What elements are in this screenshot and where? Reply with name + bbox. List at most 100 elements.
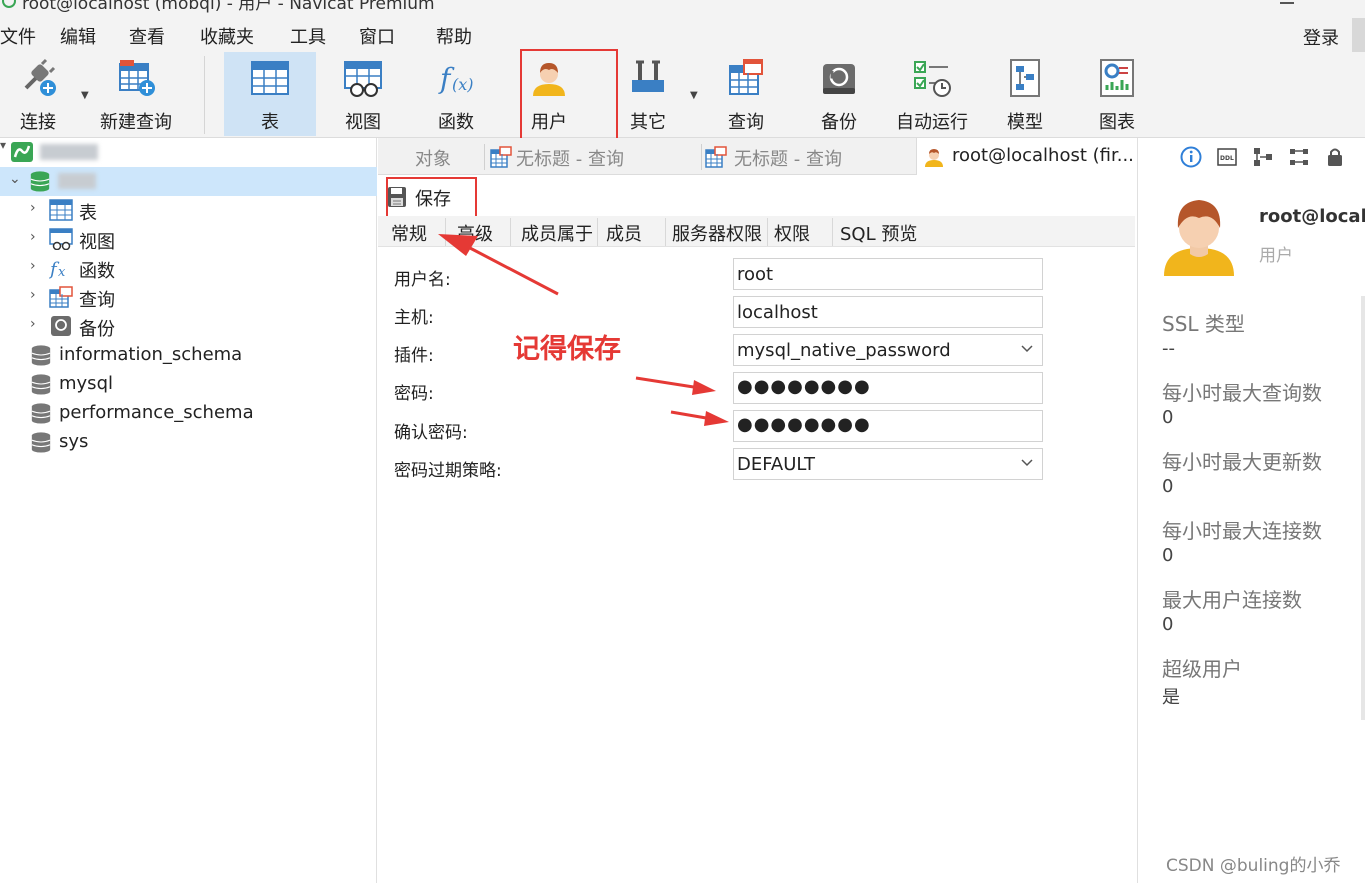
subtab-divider	[767, 218, 768, 246]
database-icon	[31, 403, 51, 424]
expand-chevron-icon[interactable]: ›	[30, 287, 36, 303]
menu-edit[interactable]: 编辑	[60, 23, 96, 49]
view-icon	[49, 228, 73, 250]
tab-query-untitled-1[interactable]: 无标题 - 查询	[485, 138, 701, 175]
username-input[interactable]: root	[733, 258, 1043, 290]
info-panel: DDL root@local. 用户 SSL 类型 -- 每小时最大查询数 0 …	[1137, 138, 1365, 883]
model-button[interactable]: 模型	[992, 52, 1058, 136]
menu-tools[interactable]: 工具	[290, 23, 326, 49]
login-link[interactable]: 登录	[1303, 24, 1339, 50]
app-logo-icon	[2, 0, 16, 8]
lock-icon[interactable]	[1324, 146, 1346, 168]
password-expire-value: DEFAULT	[737, 454, 815, 475]
menu-window[interactable]: 窗口	[359, 23, 395, 49]
plugin-value: mysql_native_password	[737, 340, 951, 361]
subtab-general[interactable]: 常规	[391, 220, 427, 246]
query-button[interactable]: 查询	[710, 52, 782, 136]
save-highlight-box	[386, 177, 477, 221]
tree-item-label: 查询	[79, 290, 115, 311]
table-icon	[49, 199, 73, 221]
collapse-chevron-icon[interactable]: ▾	[0, 138, 6, 152]
menu-favorites[interactable]: 收藏夹	[200, 23, 254, 49]
table-label: 表	[261, 112, 279, 133]
ddl-icon[interactable]: DDL	[1216, 146, 1238, 168]
chart-button[interactable]: 图表	[1084, 52, 1150, 136]
database-name: information_schema	[59, 344, 243, 365]
title-bar: root@localhost (mobqi) - 用户 - Navicat Pr…	[0, 0, 1365, 18]
database-node-mysql[interactable]: mysql	[0, 370, 377, 399]
expand-chevron-icon[interactable]: ›	[30, 200, 36, 216]
expand-chevron-icon[interactable]: ⌄	[9, 171, 21, 187]
database-node-sys[interactable]: sys	[0, 428, 377, 457]
menu-help[interactable]: 帮助	[436, 23, 472, 49]
menu-file[interactable]: 文件	[0, 23, 36, 49]
table-button[interactable]: 表	[224, 52, 316, 136]
tree-item-queries[interactable]: › 查询	[0, 283, 377, 312]
info-value: 0	[1162, 545, 1174, 566]
toolbar-divider	[204, 56, 205, 134]
tab-query-untitled-2[interactable]: 无标题 - 查询	[702, 138, 914, 175]
tree-item-functions[interactable]: › f x 函数	[0, 254, 377, 283]
backup-button[interactable]: 备份	[804, 52, 874, 136]
function-label: 函数	[438, 112, 474, 133]
tree-item-tables[interactable]: › 表	[0, 196, 377, 225]
user-display-name: root@local.	[1259, 206, 1365, 227]
query-icon	[705, 146, 727, 168]
tab-label: root@localhost (fir...	[952, 145, 1134, 166]
subtab-members[interactable]: 成员	[606, 220, 642, 246]
info-value: 0	[1162, 614, 1174, 635]
info-panel-scrollbar[interactable]	[1361, 296, 1365, 720]
database-node[interactable]: ⌄	[0, 167, 377, 196]
watermark: CSDN @buling的小乔	[1166, 856, 1341, 876]
subtab-member-of[interactable]: 成员属于	[521, 220, 593, 246]
password-input[interactable]: ●●●●●●●●	[733, 372, 1043, 404]
expand-chevron-icon[interactable]: ›	[30, 258, 36, 274]
database-name: performance_schema	[59, 402, 254, 423]
expand-chevron-icon[interactable]: ›	[30, 229, 36, 245]
connection-node[interactable]: ▾	[0, 138, 377, 167]
dependencies-icon[interactable]	[1252, 146, 1274, 168]
database-node-information-schema[interactable]: information_schema	[0, 341, 377, 370]
tab-objects[interactable]: 对象	[378, 138, 484, 175]
info-key: 每小时最大更新数	[1162, 450, 1322, 474]
editor-tabs: 对象 无标题 - 查询 无标题 - 查询 root@localhost (fir…	[378, 138, 1135, 175]
compare-icon[interactable]	[1288, 146, 1310, 168]
password-expire-select[interactable]: DEFAULT	[733, 448, 1043, 480]
redacted-database-name	[58, 173, 96, 189]
subtab-sql-preview[interactable]: SQL 预览	[840, 220, 917, 246]
tree-item-views[interactable]: › 视图	[0, 225, 377, 254]
menu-bar: 文件 编辑 查看 收藏夹 工具 窗口 帮助	[0, 18, 1365, 52]
model-icon	[1010, 59, 1040, 97]
other-label: 其它	[630, 112, 666, 133]
new-query-icon	[119, 60, 155, 96]
svg-text:(x): (x)	[452, 75, 474, 94]
connect-dropdown-icon[interactable]: ▼	[81, 90, 89, 101]
view-button[interactable]: 视图	[326, 52, 400, 136]
view-label: 视图	[345, 112, 381, 133]
host-input[interactable]: localhost	[733, 296, 1043, 328]
chart-label: 图表	[1099, 112, 1135, 133]
minimize-icon[interactable]	[1280, 2, 1294, 4]
new-query-button[interactable]: 新建查询	[96, 52, 176, 136]
database-node-performance-schema[interactable]: performance_schema	[0, 399, 377, 428]
subtab-advanced[interactable]: 高级	[457, 220, 493, 246]
function-button[interactable]: f (x) 函数	[418, 52, 494, 136]
tree-item-backups[interactable]: › 备份	[0, 312, 377, 341]
confirm-password-input[interactable]: ●●●●●●●●	[733, 410, 1043, 442]
subtab-server-privileges[interactable]: 服务器权限	[672, 220, 762, 246]
other-dropdown-icon[interactable]: ▼	[690, 90, 698, 101]
menu-view[interactable]: 查看	[129, 23, 165, 49]
subtab-privileges[interactable]: 权限	[774, 220, 810, 246]
connect-button[interactable]: 连接	[2, 52, 74, 136]
function-icon: f (x)	[438, 62, 474, 95]
plugin-select[interactable]: mysql_native_password	[733, 334, 1043, 366]
info-icon[interactable]	[1180, 146, 1202, 168]
expand-chevron-icon[interactable]: ›	[30, 316, 36, 332]
automation-button[interactable]: 自动运行	[894, 52, 970, 136]
subtab-divider	[445, 218, 446, 246]
other-button[interactable]: 其它	[612, 52, 684, 136]
user-role: 用户	[1259, 246, 1293, 266]
tab-user-root[interactable]: root@localhost (fir...	[916, 138, 1135, 175]
connect-label: 连接	[20, 112, 56, 133]
chevron-down-icon	[1021, 345, 1033, 353]
